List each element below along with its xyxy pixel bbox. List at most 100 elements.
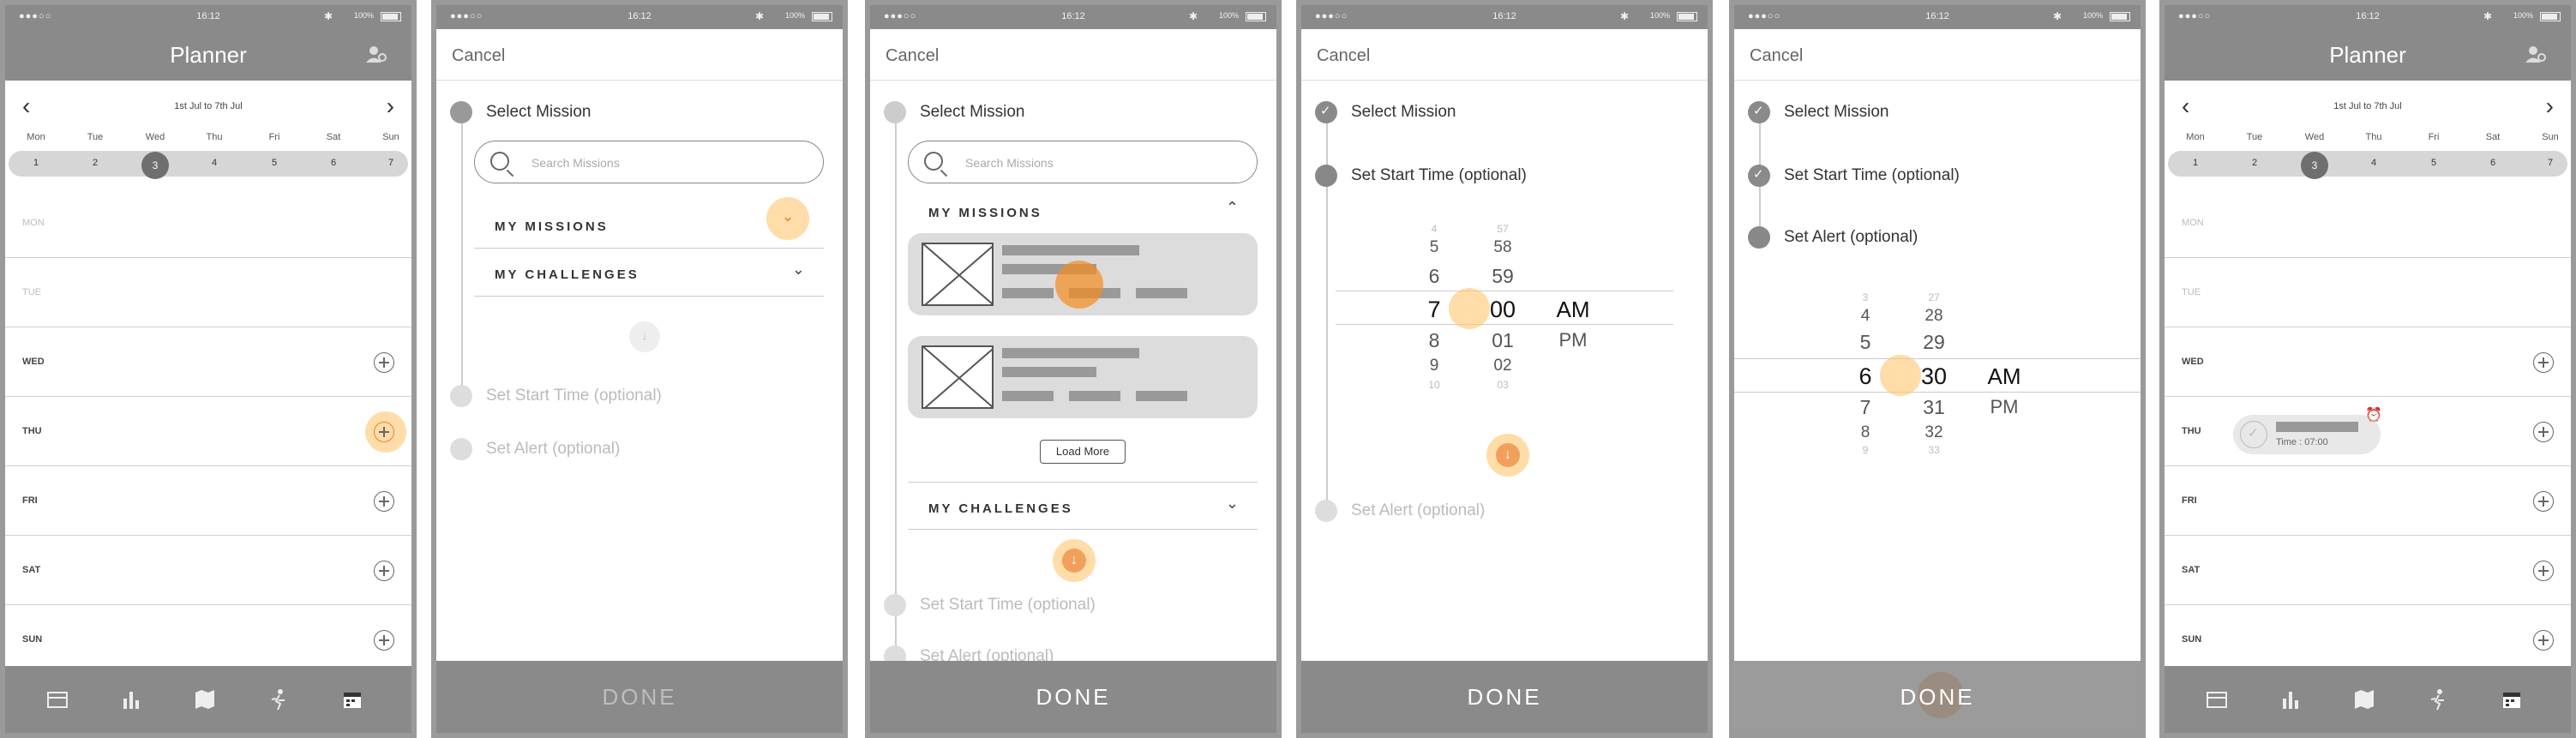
minute-option[interactable]: 57 [1481, 223, 1524, 235]
running-icon[interactable] [2427, 688, 2449, 711]
day-number[interactable]: 2 [69, 158, 121, 168]
hour-option[interactable]: 4 [1413, 223, 1456, 235]
step-select-mission[interactable]: Select Mission [1301, 93, 1708, 128]
add-plus-icon[interactable] [374, 422, 394, 442]
day-number[interactable]: 4 [189, 158, 240, 168]
chevron-up-icon[interactable]: ⌃ [1226, 199, 1239, 217]
bar-chart-icon[interactable] [120, 688, 142, 711]
minute-option[interactable]: 00 [1481, 297, 1524, 323]
add-plus-icon[interactable] [374, 561, 394, 581]
cancel-button[interactable]: Cancel [452, 46, 505, 66]
hour-option[interactable]: 8 [1844, 423, 1887, 442]
step-select-mission[interactable]: Select Mission [436, 93, 843, 128]
step-alert[interactable]: Set Alert (optional) [436, 430, 843, 465]
minute-option[interactable]: 58 [1481, 238, 1524, 257]
minute-option[interactable]: 27 [1912, 291, 1955, 303]
step-alert[interactable]: Set Alert (optional) [1301, 492, 1708, 526]
day-number[interactable]: 1 [10, 158, 62, 168]
bar-chart-icon[interactable] [2279, 688, 2302, 711]
step-select-mission[interactable]: Select Mission [1734, 93, 2141, 128]
ampm-option[interactable]: PM [1552, 329, 1594, 351]
running-icon[interactable] [267, 688, 290, 711]
step-start-time[interactable]: Set Start Time (optional) [1734, 157, 2141, 191]
ampm-option[interactable]: AM [1552, 297, 1594, 323]
day-number[interactable]: 6 [2467, 158, 2519, 168]
day-number[interactable]: 5 [2408, 158, 2459, 168]
minute-option[interactable]: 32 [1912, 423, 1955, 442]
hour-option[interactable]: 6 [1413, 265, 1456, 288]
add-plus-icon[interactable] [374, 630, 394, 651]
next-week-button[interactable]: › [2546, 93, 2554, 120]
my-missions-section[interactable]: MY MISSIONS ⌃ [908, 187, 1258, 235]
minute-option[interactable]: 28 [1912, 307, 1955, 326]
selected-day[interactable]: 3 [2301, 152, 2328, 179]
calendar-grid-icon[interactable] [2206, 688, 2228, 711]
scheduled-mission-pill[interactable]: Time : 07:00 ⏰ [2233, 408, 2382, 454]
chevron-down-icon[interactable]: ⌄ [766, 207, 809, 225]
next-step-icon[interactable]: ↓ [1062, 549, 1086, 573]
ampm-option[interactable]: AM [1983, 363, 2026, 390]
next-step-icon[interactable]: ↓ [1496, 443, 1520, 467]
mission-card[interactable] [908, 336, 1258, 418]
step-select-mission[interactable]: Select Mission [870, 93, 1276, 128]
day-number[interactable]: 2 [2229, 158, 2280, 168]
add-plus-icon[interactable] [374, 491, 394, 512]
done-button[interactable]: DONE [1301, 661, 1708, 733]
done-button[interactable]: DONE [1734, 661, 2141, 733]
user-settings-icon[interactable] [2525, 45, 2547, 63]
calendar-grid-icon[interactable] [46, 688, 69, 711]
my-challenges-section[interactable]: MY CHALLENGES ⌄ [908, 482, 1258, 530]
day-number[interactable]: 4 [2348, 158, 2399, 168]
minute-option[interactable]: 59 [1481, 265, 1524, 288]
day-number[interactable]: 6 [308, 158, 359, 168]
user-settings-icon[interactable] [365, 45, 387, 63]
ampm-option[interactable]: PM [1983, 396, 2026, 418]
add-plus-icon[interactable] [2533, 561, 2554, 581]
hour-option[interactable]: 9 [1413, 357, 1456, 375]
hour-option[interactable]: 9 [1844, 444, 1887, 456]
cancel-button[interactable]: Cancel [1750, 46, 1803, 66]
hour-option[interactable]: 5 [1413, 238, 1456, 257]
add-plus-icon[interactable] [2533, 352, 2554, 373]
map-icon[interactable] [194, 688, 216, 711]
step-start-time[interactable]: Set Start Time (optional) [1301, 157, 1708, 191]
minute-option[interactable]: 01 [1481, 329, 1524, 352]
hour-option[interactable]: 7 [1844, 396, 1887, 419]
add-plus-icon[interactable] [374, 352, 394, 373]
day-number[interactable]: 1 [2170, 158, 2221, 168]
add-plus-icon[interactable] [2533, 491, 2554, 512]
step-start-time[interactable]: Set Start Time (optional) [870, 586, 1276, 621]
my-challenges-section[interactable]: MY CHALLENGES ⌄ [474, 249, 824, 297]
cancel-button[interactable]: Cancel [886, 46, 939, 66]
chevron-down-icon[interactable]: ⌄ [792, 261, 805, 279]
step-start-time[interactable]: Set Start Time (optional) [436, 377, 843, 411]
step-alert[interactable]: Set Alert (optional) [1734, 219, 2141, 253]
next-step-icon[interactable]: ↓ [629, 321, 660, 352]
minute-option[interactable]: 02 [1481, 357, 1524, 375]
search-input[interactable]: Search Missions [474, 141, 824, 183]
hour-option[interactable]: 10 [1413, 379, 1456, 391]
minute-option[interactable]: 03 [1481, 379, 1524, 391]
day-number[interactable]: 7 [2525, 158, 2571, 168]
hour-option[interactable]: 5 [1844, 331, 1887, 354]
minute-option[interactable]: 31 [1912, 396, 1955, 419]
calendar-icon[interactable] [341, 688, 363, 711]
add-plus-icon[interactable] [2533, 630, 2554, 651]
calendar-icon[interactable] [2501, 688, 2523, 711]
done-button[interactable]: DONE [436, 661, 843, 733]
mission-card[interactable] [908, 233, 1258, 315]
hour-option[interactable]: 4 [1844, 307, 1887, 326]
cancel-button[interactable]: Cancel [1317, 46, 1370, 66]
hour-option[interactable]: 3 [1844, 291, 1887, 303]
search-input[interactable]: Search Missions [908, 141, 1258, 183]
minute-option[interactable]: 30 [1912, 363, 1955, 390]
minute-option[interactable]: 29 [1912, 331, 1955, 354]
load-more-button[interactable]: Load More [1040, 440, 1126, 464]
map-icon[interactable] [2353, 688, 2375, 711]
add-plus-icon[interactable] [2533, 422, 2554, 442]
chevron-down-icon[interactable]: ⌄ [1226, 495, 1239, 513]
day-number[interactable]: 5 [249, 158, 300, 168]
next-week-button[interactable]: › [387, 93, 394, 120]
day-number[interactable]: 7 [365, 158, 411, 168]
check-icon[interactable] [2240, 421, 2267, 448]
